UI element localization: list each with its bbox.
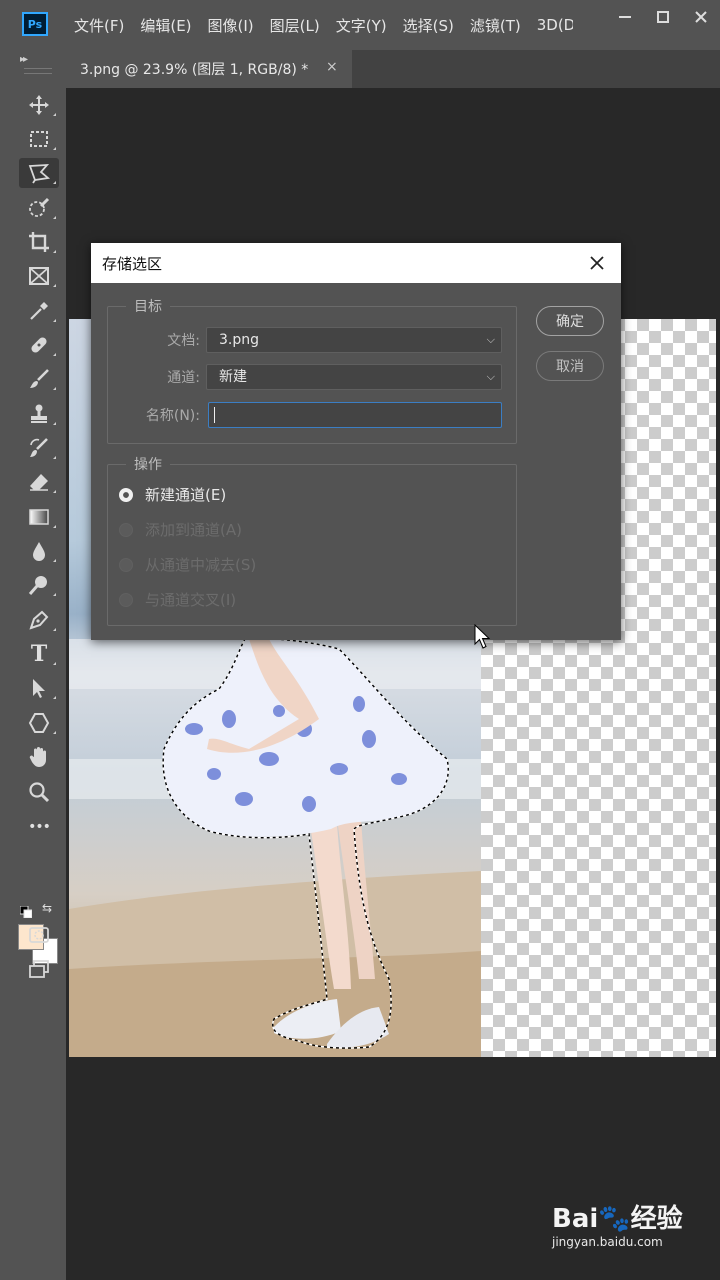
type-glyph: T — [30, 641, 48, 667]
document-select-value: 3.png — [219, 332, 260, 348]
menu-edit[interactable]: 编辑(E) — [140, 15, 191, 36]
collapse-panel-icon[interactable]: ▸▸ — [20, 54, 28, 65]
window-controls — [606, 0, 720, 34]
chevron-down-icon: ⌵ — [486, 370, 495, 383]
menu-layer[interactable]: 图层(L) — [270, 15, 320, 36]
radio-new-channel-label: 新建通道(E) — [145, 486, 227, 504]
close-tab-icon[interactable]: × — [326, 59, 338, 75]
radio-button-checked[interactable] — [119, 487, 133, 502]
close-window-icon[interactable] — [682, 0, 720, 34]
blur-icon[interactable] — [19, 536, 59, 566]
swap-colors-icon[interactable]: ⇆ — [42, 901, 52, 915]
eyedropper-icon[interactable] — [19, 296, 59, 326]
radio-intersect-channel: 与通道交叉(I) — [119, 589, 236, 610]
chevron-down-icon: ⌵ — [486, 333, 495, 346]
menu-type[interactable]: 文字(Y) — [336, 15, 387, 36]
menu-image[interactable]: 图像(I) — [208, 15, 254, 36]
dialog-title: 存储选区 — [102, 254, 163, 273]
minimize-icon[interactable] — [606, 0, 644, 34]
menu-file[interactable]: 文件(F) — [74, 15, 124, 36]
shape-icon[interactable] — [19, 708, 59, 738]
text-caret — [214, 407, 215, 423]
clone-stamp-icon[interactable] — [19, 399, 59, 429]
marquee-icon[interactable] — [19, 124, 59, 154]
zoom-icon[interactable] — [19, 777, 59, 807]
save-selection-dialog: 存储选区 目标 文档: 3.png ⌵ 通道: 新建 ⌵ 名称(N): 操作 新… — [91, 243, 621, 640]
radio-button-disabled — [119, 592, 133, 607]
ok-button[interactable]: 确定 — [536, 306, 604, 336]
target-legend: 目标 — [126, 296, 170, 316]
watermark-url: jingyan.baidu.com — [552, 1235, 663, 1249]
mouse-cursor-icon — [474, 623, 491, 654]
healing-brush-icon[interactable] — [19, 330, 59, 360]
menu-select[interactable]: 选择(S) — [403, 15, 454, 36]
menu-bar: Ps 文件(F) 编辑(E) 图像(I) 图层(L) 文字(Y) 选择(S) 滤… — [0, 0, 720, 50]
radio-add-label: 添加到通道(A) — [145, 521, 242, 539]
panel-grip[interactable] — [24, 68, 52, 74]
channel-select-value: 新建 — [219, 369, 247, 385]
name-input[interactable] — [208, 402, 502, 428]
polygonal-lasso-icon[interactable] — [19, 158, 59, 188]
history-brush-icon[interactable] — [19, 433, 59, 463]
gradient-icon[interactable] — [19, 502, 59, 532]
document-select[interactable]: 3.png ⌵ — [206, 327, 502, 353]
radio-intersect-label: 与通道交叉(I) — [145, 591, 237, 609]
dodge-icon[interactable] — [19, 570, 59, 600]
document-label: 文档: — [167, 333, 200, 349]
photoshop-logo[interactable]: Ps — [22, 12, 48, 36]
pen-icon[interactable] — [19, 605, 59, 635]
menu-3d[interactable]: 3D(D) — [537, 16, 573, 34]
channel-label: 通道: — [167, 370, 200, 386]
menu-filter[interactable]: 滤镜(T) — [470, 15, 521, 36]
eraser-icon[interactable] — [19, 467, 59, 497]
default-colors-icon[interactable] — [19, 903, 33, 919]
close-icon[interactable] — [583, 249, 611, 277]
frame-icon[interactable] — [19, 261, 59, 291]
target-group: 目标 文档: 3.png ⌵ 通道: 新建 ⌵ 名称(N): — [107, 296, 517, 444]
screen-mode-icon[interactable] — [19, 954, 59, 984]
menu-items: 文件(F) 编辑(E) 图像(I) 图层(L) 文字(Y) 选择(S) 滤镜(T… — [66, 0, 581, 50]
radio-new-channel[interactable]: 新建通道(E) — [119, 484, 226, 505]
type-icon[interactable]: T — [19, 639, 59, 669]
radio-button-disabled — [119, 557, 133, 572]
name-label: 名称(N): — [145, 408, 200, 424]
document-tab-bar: 3.png @ 23.9% (图层 1, RGB/8) * × — [66, 50, 720, 88]
operation-legend: 操作 — [126, 454, 170, 474]
crop-icon[interactable] — [19, 227, 59, 257]
hand-icon[interactable] — [19, 742, 59, 772]
document-tab-title: 3.png @ 23.9% (图层 1, RGB/8) * — [80, 62, 309, 78]
maximize-icon[interactable] — [644, 0, 682, 34]
radio-add-to-channel: 添加到通道(A) — [119, 519, 242, 540]
quick-selection-icon[interactable] — [19, 193, 59, 223]
path-selection-icon[interactable] — [19, 673, 59, 703]
brush-icon[interactable] — [19, 364, 59, 394]
channel-select[interactable]: 新建 ⌵ — [206, 364, 502, 390]
dialog-titlebar[interactable]: 存储选区 — [91, 243, 621, 283]
radio-subtract-label: 从通道中减去(S) — [145, 556, 257, 574]
tools-panel: ▸▸ T ••• ⇆ — [0, 50, 66, 1280]
cancel-button[interactable]: 取消 — [536, 351, 604, 381]
more-tools-icon[interactable]: ••• — [19, 812, 59, 842]
baidu-jingyan-watermark: Bai🐾经验 jingyan.baidu.com — [552, 1198, 692, 1249]
radio-subtract-from-channel: 从通道中减去(S) — [119, 554, 256, 575]
more-tools-glyph: ••• — [28, 819, 51, 835]
quick-mask-icon[interactable] — [19, 920, 59, 950]
watermark-logo: Bai🐾经验 — [552, 1204, 683, 1234]
radio-button-disabled — [119, 522, 133, 537]
move-icon[interactable] — [19, 90, 59, 120]
document-tab[interactable]: 3.png @ 23.9% (图层 1, RGB/8) * × — [66, 50, 352, 88]
